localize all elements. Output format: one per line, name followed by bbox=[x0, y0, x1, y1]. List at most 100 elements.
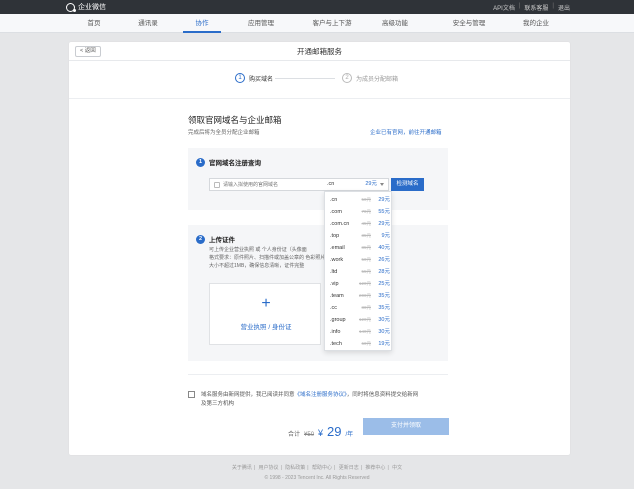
separator: | bbox=[518, 3, 521, 9]
step-number: 2 bbox=[342, 73, 352, 83]
panel-title: 上传证件 bbox=[209, 237, 235, 244]
option-price: 26元 bbox=[378, 257, 390, 263]
nav-home[interactable]: 首页 bbox=[78, 14, 110, 33]
footer-link[interactable]: 用户协议 bbox=[259, 465, 279, 471]
currency-symbol: ¥ bbox=[318, 428, 324, 438]
step-number: 1 bbox=[235, 73, 245, 83]
option-suffix: .team bbox=[330, 293, 344, 299]
footer-link[interactable]: 推荐中心 bbox=[365, 465, 385, 471]
footer-link[interactable]: 关于腾讯 bbox=[232, 465, 252, 471]
panel-title: 官网域名注册查询 bbox=[209, 160, 261, 167]
option-suffix: .cc bbox=[330, 305, 338, 311]
suffix-option[interactable]: .group 120元 30元 bbox=[325, 314, 393, 326]
contact-support-link[interactable]: 联系客服 bbox=[524, 3, 548, 12]
panel-number: 1 bbox=[196, 157, 205, 167]
step-assign-email: 2 为成员分配邮箱 bbox=[342, 73, 398, 83]
option-old-price: 50元 bbox=[361, 257, 371, 262]
suffix-option[interactable]: .work 50元 26元 bbox=[325, 254, 393, 266]
stepper: 1 购买域名 2 为成员分配邮箱 bbox=[69, 70, 570, 90]
option-old-price: 200元 bbox=[358, 293, 371, 298]
footer-link[interactable]: 隐私政策 bbox=[285, 465, 305, 471]
total-label: 合计 bbox=[288, 432, 301, 438]
option-old-price: 120元 bbox=[358, 317, 371, 322]
option-suffix: .com bbox=[330, 209, 342, 215]
suffix-option[interactable]: .cc 80元 35元 bbox=[325, 302, 393, 314]
suffix-option[interactable]: .tech 60元 19元 bbox=[325, 338, 393, 350]
option-price: 35元 bbox=[378, 293, 390, 299]
option-suffix: .com.cn bbox=[330, 221, 350, 227]
suffix-select[interactable]: .cn 29元 bbox=[324, 178, 389, 191]
nav-collaboration[interactable]: 协作 bbox=[183, 14, 221, 33]
option-suffix: .ltd bbox=[330, 269, 338, 275]
option-price: 29元 bbox=[378, 221, 390, 227]
option-suffix: .vip bbox=[330, 281, 339, 287]
agreement-text: 域名服务由新网提供，我已阅读并同意《域名注册服务协议》，同时将信息资料提交给新网 bbox=[201, 391, 418, 399]
suffix-option[interactable]: .vip 120元 25元 bbox=[325, 278, 393, 290]
suffix-option[interactable]: .team 200元 35元 bbox=[325, 290, 393, 302]
option-suffix: .work bbox=[330, 257, 344, 263]
existing-site-link[interactable]: 企业已有官网，前往开通邮箱 bbox=[370, 128, 442, 136]
service-agreement-link[interactable]: 《域名注册服务协议》 bbox=[295, 392, 347, 398]
suffix-option[interactable]: .email 85元 40元 bbox=[325, 242, 393, 254]
footer-links: 关于腾讯 | 用户协议 | 隐私政策 | 帮助中心 | 更新日志 | 推荐中心 | 中文 bbox=[231, 465, 403, 471]
suffix-option[interactable]: .ltd 55元 28元 bbox=[325, 266, 393, 278]
step-label: 为成员分配邮箱 bbox=[356, 76, 399, 83]
wecom-logo-icon bbox=[66, 2, 76, 12]
option-suffix: .top bbox=[330, 233, 340, 239]
section-title: 领取官网域名与企业邮箱 bbox=[188, 115, 282, 125]
footer-link[interactable]: 更新日志 bbox=[339, 465, 359, 471]
nav-contacts[interactable]: 通讯录 bbox=[130, 14, 166, 33]
pay-and-claim-button[interactable]: 支付并领取 bbox=[363, 418, 449, 435]
domain-search-box bbox=[209, 178, 325, 191]
footer-link[interactable]: 帮助中心 bbox=[312, 465, 332, 471]
domain-search-input[interactable] bbox=[223, 179, 323, 190]
option-price: 25元 bbox=[378, 281, 390, 287]
price-unit: /年 bbox=[345, 432, 354, 438]
chevron-down-icon bbox=[380, 183, 384, 186]
section-subtitle: 完成后将为全员分配企业邮箱 bbox=[188, 130, 260, 136]
nav-security[interactable]: 安全与管理 bbox=[445, 14, 493, 33]
agree-checkbox[interactable] bbox=[188, 391, 195, 398]
nav-app-management[interactable]: 应用管理 bbox=[241, 14, 281, 33]
divider bbox=[188, 374, 448, 375]
nav-customers[interactable]: 客户与上下游 bbox=[304, 14, 360, 33]
top-links: API文档 | 联系客服 | 退出 bbox=[493, 3, 570, 12]
suffix-option[interactable]: .com 70元 55元 bbox=[325, 206, 393, 218]
option-price: 19元 bbox=[378, 341, 390, 347]
upload-desc-line: 可上传企业营业执照 或 个人身份证（头像面 bbox=[209, 247, 307, 253]
option-old-price: 85元 bbox=[361, 245, 371, 250]
option-old-price: 70元 bbox=[361, 209, 371, 214]
suffix-option[interactable]: .top 35元 9元 bbox=[325, 230, 393, 242]
option-old-price: 60元 bbox=[361, 341, 371, 346]
option-old-price: 35元 bbox=[361, 233, 371, 238]
option-suffix: .tech bbox=[330, 341, 342, 347]
domain-icon bbox=[214, 182, 220, 188]
language-select[interactable]: 中文 bbox=[392, 465, 402, 471]
option-suffix: .group bbox=[330, 317, 346, 323]
brand-logo[interactable]: 企业微信 bbox=[66, 2, 106, 12]
check-domain-button[interactable]: 检测域名 bbox=[391, 178, 424, 191]
agreement-text-line2: 及第三方机构 bbox=[201, 401, 235, 407]
nav-my-company[interactable]: 我的企业 bbox=[516, 14, 556, 33]
option-suffix: .cn bbox=[330, 197, 338, 203]
panel-heading: 2 上传证件 bbox=[196, 234, 235, 244]
upload-desc-line: 格式要求：原件照片、扫描件或加盖公章的 色彩照片， bbox=[209, 255, 331, 261]
option-suffix: .email bbox=[330, 245, 345, 251]
suffix-option[interactable]: .cn 50元 29元 bbox=[325, 194, 393, 206]
main-nav: 首页 通讯录 协作 应用管理 客户与上下游 高级功能 安全与管理 我的企业 bbox=[0, 14, 634, 33]
suffix-option[interactable]: .com.cn 45元 29元 bbox=[325, 218, 393, 230]
step-buy-domain: 1 购买域名 bbox=[235, 73, 273, 83]
option-old-price: 80元 bbox=[361, 305, 371, 310]
logout-link[interactable]: 退出 bbox=[558, 3, 570, 12]
nav-advanced[interactable]: 高级功能 bbox=[374, 14, 416, 33]
api-docs-link[interactable]: API文档 bbox=[493, 3, 515, 12]
total-price: 合计 ¥50 ¥29/年 bbox=[288, 424, 353, 439]
option-old-price: 120元 bbox=[358, 281, 371, 286]
agreement-text-part: 域名服务由新网提供，我已阅读并同意 bbox=[201, 392, 295, 398]
top-bar: 企业微信 API文档 | 联系客服 | 退出 bbox=[0, 0, 634, 14]
panel-number: 2 bbox=[196, 234, 205, 244]
suffix-option[interactable]: .info 140元 30元 bbox=[325, 326, 393, 338]
upload-dropzone[interactable]: + 营业执照 / 身份证 bbox=[209, 283, 321, 345]
discount-price: 29 bbox=[327, 424, 342, 439]
suffix-select-value: .cn 29元 bbox=[324, 179, 387, 190]
